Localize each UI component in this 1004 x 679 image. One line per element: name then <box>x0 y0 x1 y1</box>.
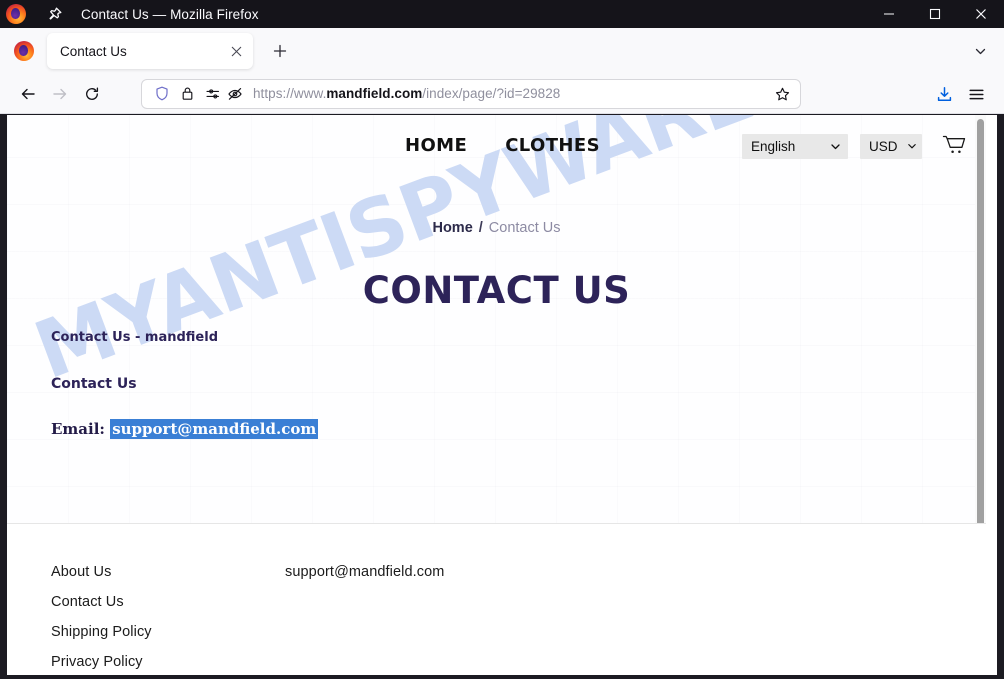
pin-icon[interactable] <box>47 6 63 22</box>
footer-email: support@mandfield.com <box>285 564 445 580</box>
download-icon[interactable] <box>928 78 960 110</box>
maximize-icon[interactable] <box>912 0 958 28</box>
language-select[interactable]: English <box>742 133 848 159</box>
star-icon[interactable] <box>773 86 791 104</box>
web-page: MYANTISPYWARE.COM HOME CLOTHES English U <box>7 115 986 675</box>
site-footer: About Us Contact Us Shipping Policy Priv… <box>7 524 986 675</box>
navigation-toolbar: https://www.mandfield.com/index/page/?id… <box>0 74 1004 114</box>
breadcrumb-home[interactable]: Home <box>432 220 472 236</box>
page-title: CONTACT US <box>362 269 631 312</box>
browser-tab[interactable]: Contact Us <box>47 33 253 69</box>
url-text: https://www.mandfield.com/index/page/?id… <box>253 86 561 101</box>
footer-link-about-us[interactable]: About Us <box>51 564 192 580</box>
chevron-down-icon <box>907 141 917 151</box>
lock-icon[interactable] <box>179 85 196 102</box>
breadcrumb-current: Contact Us <box>488 220 561 236</box>
reload-icon[interactable] <box>76 78 108 110</box>
permissions-icon[interactable] <box>205 85 222 102</box>
email-value-selected[interactable]: support@mandfield.com <box>110 419 319 439</box>
shopping-cart-icon[interactable] <box>940 133 968 159</box>
currency-select[interactable]: USD <box>860 133 922 159</box>
currency-select-value: USD <box>869 138 898 154</box>
footer-links: About Us Contact Us Shipping Policy Priv… <box>51 564 192 675</box>
page-viewport: MYANTISPYWARE.COM HOME CLOTHES English U <box>7 115 997 675</box>
minimize-icon[interactable] <box>866 0 912 28</box>
tab-strip: Contact Us <box>0 28 1004 74</box>
scrollbar-thumb[interactable] <box>977 119 984 533</box>
breadcrumb: Home / Contact Us <box>7 220 986 236</box>
nav-item-home[interactable]: HOME <box>405 135 467 156</box>
footer-link-contact-us[interactable]: Contact Us <box>51 594 192 610</box>
email-label: Email: <box>51 420 105 438</box>
toolbar-right-group <box>928 78 992 110</box>
close-icon[interactable] <box>958 0 1004 28</box>
close-icon[interactable] <box>227 42 245 60</box>
footer-link-privacy-policy[interactable]: Privacy Policy <box>51 654 192 670</box>
contact-section-heading: Contact Us <box>51 376 137 392</box>
browser-window: Contact Us — Mozilla Firefox Contact Us <box>0 0 1004 679</box>
title-bar: Contact Us — Mozilla Firefox <box>0 0 1004 28</box>
contact-content: Contact Us - mandfield Contact Us Email:… <box>51 330 751 439</box>
back-arrow-icon[interactable] <box>12 78 44 110</box>
footer-link-shipping-policy[interactable]: Shipping Policy <box>51 624 192 640</box>
contact-subtitle: Contact Us - mandfield <box>51 330 218 345</box>
contact-email-line: Email: support@mandfield.com <box>51 419 751 439</box>
site-navigation: HOME CLOTHES <box>405 135 600 156</box>
chevron-down-icon[interactable] <box>970 41 990 61</box>
header-controls: English USD <box>742 133 968 159</box>
site-header: HOME CLOTHES English USD <box>7 115 986 179</box>
shield-icon[interactable] <box>153 85 170 102</box>
nav-item-clothes[interactable]: CLOTHES <box>505 135 600 156</box>
forward-arrow-icon <box>44 78 76 110</box>
language-select-value: English <box>751 138 796 154</box>
firefox-icon <box>3 1 29 27</box>
breadcrumb-separator: / <box>478 220 483 236</box>
eye-slash-icon[interactable] <box>226 85 243 102</box>
chevron-down-icon <box>830 141 841 152</box>
window-title: Contact Us — Mozilla Firefox <box>81 6 259 22</box>
tab-title: Contact Us <box>60 43 127 59</box>
hamburger-menu-icon[interactable] <box>960 78 992 110</box>
url-bar[interactable]: https://www.mandfield.com/index/page/?id… <box>141 78 801 109</box>
new-tab-button[interactable] <box>267 38 293 64</box>
firefox-icon <box>14 41 34 61</box>
window-controls <box>866 0 1004 28</box>
